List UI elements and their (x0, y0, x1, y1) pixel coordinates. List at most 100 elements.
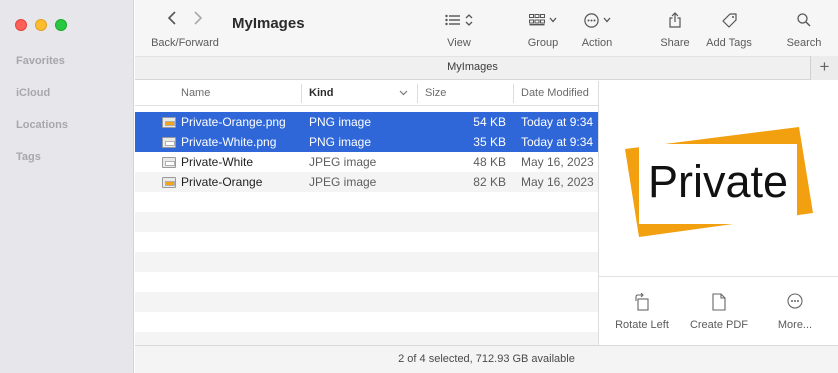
more-button[interactable]: More... (771, 293, 819, 331)
action-button[interactable]: Action (578, 10, 616, 49)
empty-row (135, 332, 598, 345)
file-kind: PNG image (309, 135, 372, 149)
file-kind: JPEG image (309, 175, 377, 189)
preview-pane: Private Rotate Left Create PDF More... (598, 81, 838, 345)
empty-row (135, 212, 598, 232)
private-logo-image: Private (625, 127, 813, 237)
tab-myimages[interactable]: MyImages (135, 61, 810, 73)
file-thumbnail-band (165, 121, 175, 126)
document-icon (712, 293, 726, 311)
sidebar-section-tags[interactable]: Tags (16, 151, 41, 163)
file-size: 48 KB (473, 155, 506, 169)
group-button[interactable]: Group (523, 10, 563, 49)
preview-actions: Rotate Left Create PDF More... (599, 276, 838, 345)
search-button[interactable]: Search (783, 10, 825, 49)
updown-chevron-icon (465, 14, 473, 26)
preview-image-text: Private (648, 156, 788, 207)
sidebar-section-favorites[interactable]: Favorites (16, 55, 65, 67)
file-date-modified: May 16, 2023 (521, 155, 594, 169)
finder-window: Favorites iCloud Locations Tags Back/For… (0, 0, 838, 373)
table-row[interactable]: Private-White.png PNG image 35 KB Today at … (135, 132, 598, 152)
zoom-window-button[interactable] (55, 19, 67, 31)
back-button[interactable] (167, 11, 177, 29)
file-date-modified: Today at 9:34 (521, 135, 594, 149)
file-list: Name Kind Size Date Modified Private-Ora… (135, 81, 598, 345)
list-header: Name Kind Size Date Modified (135, 81, 598, 106)
rotate-left-button[interactable]: Rotate Left (611, 293, 673, 331)
column-divider[interactable] (417, 84, 418, 103)
file-size: 54 KB (473, 115, 506, 129)
empty-row (135, 232, 598, 252)
search-icon (797, 13, 811, 27)
file-thumbnail-band (165, 141, 175, 146)
chevron-left-icon (167, 11, 176, 25)
table-row[interactable]: Private-Orange JPEG image 82 KB May 16, 202… (135, 172, 598, 192)
group-label: Group (527, 37, 559, 49)
new-tab-button[interactable]: + (810, 56, 838, 80)
more-label: More... (777, 319, 813, 331)
file-thumbnail-band (165, 181, 175, 186)
sort-chevron-down-icon (399, 90, 408, 96)
file-name: Private-White.png (181, 135, 277, 149)
table-row[interactable]: Private-Orange.png PNG image 54 KB Today at… (135, 112, 598, 132)
column-divider[interactable] (301, 84, 302, 103)
empty-row (135, 192, 598, 212)
table-row[interactable]: Private-White JPEG image 48 KB May 16, 2023 (135, 152, 598, 172)
share-button[interactable]: Share (657, 10, 693, 49)
create-pdf-button[interactable]: Create PDF (687, 293, 751, 331)
status-bar: 2 of 4 selected, 712.93 GB available (135, 345, 838, 373)
file-size: 35 KB (473, 135, 506, 149)
empty-row (135, 252, 598, 272)
chevron-down-icon (603, 17, 610, 23)
column-divider[interactable] (513, 84, 514, 103)
sidebar-section-locations[interactable]: Locations (16, 119, 68, 131)
ellipsis-circle-icon (583, 12, 599, 28)
column-header-kind[interactable]: Kind (309, 87, 333, 99)
file-name: Private-White (181, 155, 254, 169)
chevron-right-icon (194, 11, 203, 25)
image-file-icon (162, 137, 176, 148)
sidebar-section-icloud[interactable]: iCloud (16, 87, 50, 99)
tag-icon (721, 12, 737, 28)
image-file-icon (162, 117, 176, 128)
share-icon (669, 12, 681, 28)
close-window-button[interactable] (15, 19, 27, 31)
file-name: Private-Orange (181, 175, 263, 189)
image-file-icon (162, 157, 176, 168)
empty-row (135, 272, 598, 292)
column-header-date-modified[interactable]: Date Modified (521, 87, 589, 99)
tab-bar: MyImages + (135, 56, 838, 80)
toolbar: Back/Forward MyImages View Group Action … (135, 0, 838, 56)
file-name: Private-Orange.png (181, 115, 286, 129)
forward-button[interactable] (193, 11, 203, 29)
rotate-left-label: Rotate Left (615, 319, 669, 331)
create-pdf-label: Create PDF (689, 319, 749, 331)
file-date-modified: Today at 9:34 (521, 115, 594, 129)
image-file-icon (162, 177, 176, 188)
rotate-left-icon (635, 293, 649, 311)
window-controls (15, 19, 67, 31)
column-header-size[interactable]: Size (425, 87, 446, 99)
column-header-name[interactable]: Name (181, 87, 210, 99)
plus-icon: + (819, 57, 830, 76)
file-kind: PNG image (309, 115, 372, 129)
back-forward-label: Back/Forward (151, 37, 219, 49)
add-tags-button[interactable]: Add Tags (703, 10, 755, 49)
empty-row (135, 312, 598, 332)
action-label: Action (581, 37, 613, 49)
file-size: 82 KB (473, 175, 506, 189)
view-button[interactable]: View (438, 10, 480, 49)
add-tags-label: Add Tags (706, 37, 752, 49)
file-date-modified: May 16, 2023 (521, 175, 594, 189)
chevron-down-icon (549, 17, 557, 23)
search-label: Search (786, 37, 822, 49)
window-title: MyImages (232, 15, 305, 32)
group-grid-icon (529, 14, 545, 26)
sidebar: Favorites iCloud Locations Tags (0, 0, 134, 373)
minimize-window-button[interactable] (35, 19, 47, 31)
share-label: Share (660, 37, 690, 49)
list-view-icon (445, 14, 460, 26)
preview-image: Private (599, 81, 838, 276)
empty-row (135, 292, 598, 312)
view-label: View (447, 37, 471, 49)
